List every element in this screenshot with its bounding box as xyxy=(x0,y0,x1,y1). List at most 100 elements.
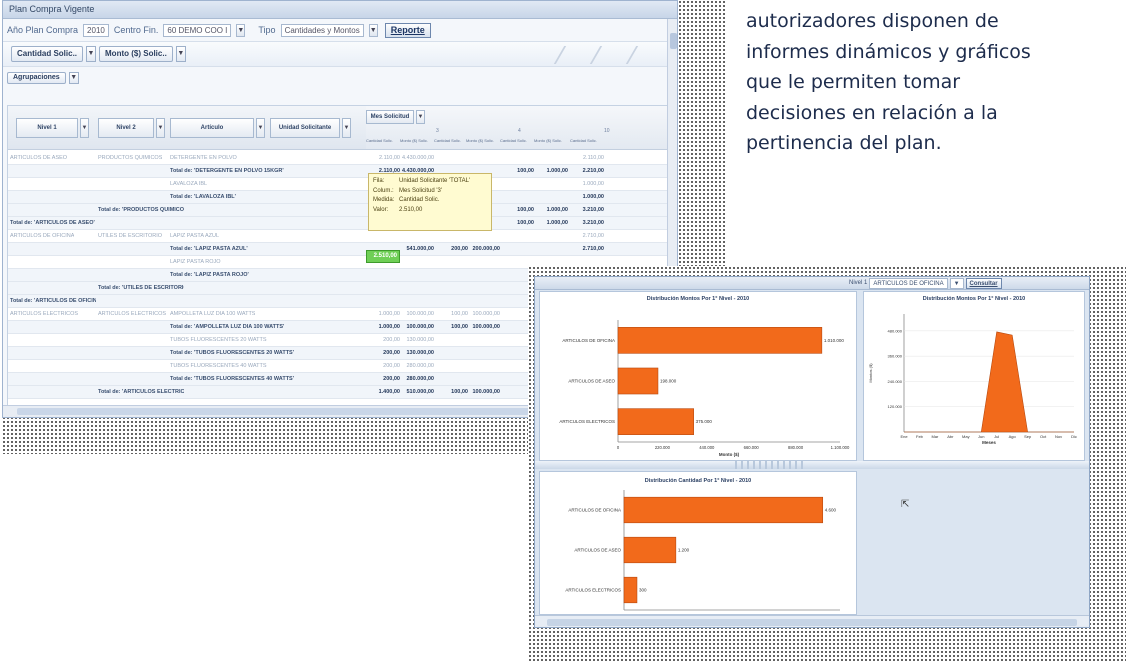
consult-button[interactable]: Consultar xyxy=(965,278,1002,289)
cell-value[interactable]: 100,00 xyxy=(436,308,468,320)
cell-value[interactable]: 100.000,00 xyxy=(402,321,434,333)
chevron-down-icon[interactable]: ▼ xyxy=(86,46,97,62)
area-series xyxy=(904,331,1074,433)
highlighted-cell[interactable]: 2.510,00 xyxy=(366,250,400,263)
cell-value[interactable]: 200,00 xyxy=(368,373,400,385)
cell-value[interactable]: 510.000,00 xyxy=(402,386,434,398)
row-field-nivel2[interactable]: Nivel 2 xyxy=(98,118,154,138)
chevron-down-icon[interactable]: ▼ xyxy=(949,278,964,289)
filter-select[interactable]: ARTICULOS DE OFICINA xyxy=(869,278,948,289)
charts-window: Nivel 1 ARTICULOS DE OFICINA ▼ Consultar… xyxy=(534,276,1090,628)
chevron-down-icon[interactable]: ▼ xyxy=(416,110,425,124)
cell-value[interactable]: 4.430.000,00 xyxy=(402,152,434,164)
row-label: Total de: 'LAPIZ PASTA AZUL' xyxy=(170,246,248,252)
cell-value[interactable]: 1.000,00 xyxy=(536,165,568,177)
row-field-articulo[interactable]: Artículo xyxy=(170,118,254,138)
row-field-nivel1[interactable]: Nivel 1 xyxy=(16,118,78,138)
cell-value[interactable]: 2.110,00 xyxy=(368,152,400,164)
cell-value[interactable]: 100.000,00 xyxy=(468,308,500,320)
tooltip-key: Fila: xyxy=(373,178,385,184)
tick-label: 480.000 xyxy=(888,328,903,333)
cell-value[interactable]: 3.210,00 xyxy=(572,217,604,229)
chevron-down-icon[interactable]: ▼ xyxy=(256,118,265,138)
column-field-mes[interactable]: Mes Solicitud xyxy=(366,110,414,124)
cell-value[interactable]: 130.000,00 xyxy=(402,347,434,359)
center-select[interactable]: 60 DEMO COO I xyxy=(163,23,232,37)
chevron-down-icon[interactable]: ▼ xyxy=(342,118,351,138)
cell-value[interactable]: 2.710,00 xyxy=(572,243,604,255)
data-label: 1.010.000 xyxy=(824,338,845,343)
cell-value[interactable]: 280.000,00 xyxy=(402,373,434,385)
column-sublabel: Monto ($) Solic. xyxy=(534,138,563,143)
caption-line: informes dinámicos y gráficos xyxy=(746,40,1031,63)
column-sublabel: Monto ($) Solic. xyxy=(466,138,495,143)
cell-value[interactable]: 280.000,00 xyxy=(402,360,434,372)
row-label: ARTICULOS DE ASEO xyxy=(10,155,68,161)
chevron-down-icon[interactable]: ▼ xyxy=(156,118,165,138)
cell-value[interactable]: 100.000,00 xyxy=(468,321,500,333)
table-row: Total de: 'LAPIZ PASTA AZUL' 541.000,00 20… xyxy=(8,243,676,256)
cell-value[interactable]: 200,00 xyxy=(436,243,468,255)
cell-value[interactable]: 1.000,00 xyxy=(536,217,568,229)
cell-value[interactable]: 1.000,00 xyxy=(572,191,604,203)
table-row: Total de: 'LAVALOZA IBL'1.000,00300.000,… xyxy=(8,191,676,204)
cell-value[interactable]: 1.400,00 xyxy=(368,386,400,398)
toolbar-decoration xyxy=(625,46,639,64)
tick-label: 1.100.000 xyxy=(831,445,850,450)
row-field-unidad[interactable]: Unidad Solicitante xyxy=(270,118,340,138)
chevron-down-icon[interactable]: ▼ xyxy=(368,23,378,37)
cell-value[interactable]: 2.110,00 xyxy=(572,152,604,164)
chevron-down-icon[interactable]: ▼ xyxy=(68,72,79,84)
cell-value[interactable]: 200,00 xyxy=(368,347,400,359)
row-label: UTILES DE ESCRITORIO xyxy=(98,233,163,239)
report-button[interactable]: Reporte xyxy=(384,22,431,38)
cell-value[interactable]: 100,00 xyxy=(502,165,534,177)
cell-value[interactable]: 1.000,00 xyxy=(368,308,400,320)
aggregation-bar: Agrupaciones ▼ xyxy=(3,70,677,86)
year-field[interactable]: 2010 xyxy=(83,23,109,37)
row-label: LAPIZ PASTA AZUL xyxy=(170,233,220,239)
chevron-down-icon[interactable]: ▼ xyxy=(80,118,89,138)
row-label: LAVALOZA IBL xyxy=(170,181,208,187)
bar xyxy=(617,408,694,435)
table-row: Total de: 'ARTICULOS DE ASEO'3.110,004.7… xyxy=(8,217,676,230)
tick-label: Oct xyxy=(1040,434,1047,439)
cell-value[interactable]: 3.210,00 xyxy=(572,204,604,216)
aggregation-chip[interactable]: Agrupaciones xyxy=(7,72,66,84)
chevron-down-icon[interactable]: ▼ xyxy=(236,23,246,37)
cell-value[interactable]: 1.000,00 xyxy=(368,321,400,333)
charts-horizontal-scrollbar[interactable] xyxy=(535,615,1089,627)
cell-value[interactable]: 100,00 xyxy=(436,321,468,333)
scrollbar-thumb[interactable] xyxy=(547,619,1077,626)
cell-value[interactable]: 100,00 xyxy=(502,217,534,229)
type-select[interactable]: Cantidades y Montos xyxy=(280,23,364,37)
cell-value[interactable]: 100,00 xyxy=(502,204,534,216)
category-label: ARTICULOS DE ASEO xyxy=(568,379,615,384)
panel-splitter[interactable] xyxy=(535,461,1089,469)
caption-line: pertinencia del plan. xyxy=(746,132,942,154)
y-axis-label: Montos ($) xyxy=(868,363,873,383)
cell-value[interactable]: 1.000,00 xyxy=(572,178,604,190)
cell-value[interactable]: 200.000,00 xyxy=(468,243,500,255)
cell-value[interactable]: 200,00 xyxy=(368,360,400,372)
chevron-down-icon[interactable]: ▼ xyxy=(175,46,186,62)
cell-value[interactable]: 1.000,00 xyxy=(536,204,568,216)
cell-value[interactable]: 2.710,00 xyxy=(572,230,604,242)
bar xyxy=(617,367,659,395)
cell-value[interactable]: 100.000,00 xyxy=(402,308,434,320)
cell-value[interactable]: 2.210,00 xyxy=(572,165,604,177)
row-label: ARTICULOS DE OFICINA xyxy=(10,233,75,239)
measure-chip-quantity[interactable]: Cantidad Solic.. xyxy=(11,46,84,62)
scrollbar-thumb[interactable] xyxy=(670,33,677,49)
center-label: Centro Fin. xyxy=(113,25,159,35)
cell-value[interactable]: 100,00 xyxy=(436,386,468,398)
cell-value[interactable]: 541.000,00 xyxy=(402,243,434,255)
cell-value[interactable]: 130.000,00 xyxy=(402,334,434,346)
cell-value[interactable]: 200,00 xyxy=(368,334,400,346)
tick-label: 120.000 xyxy=(888,404,903,409)
measure-chip-amount[interactable]: Monto ($) Solic.. xyxy=(99,46,173,62)
splitter-grip[interactable] xyxy=(735,461,805,469)
cell-value[interactable]: 100.000,00 xyxy=(468,386,500,398)
tick-label: Jul xyxy=(994,434,999,439)
toolbar-decoration xyxy=(589,46,603,64)
